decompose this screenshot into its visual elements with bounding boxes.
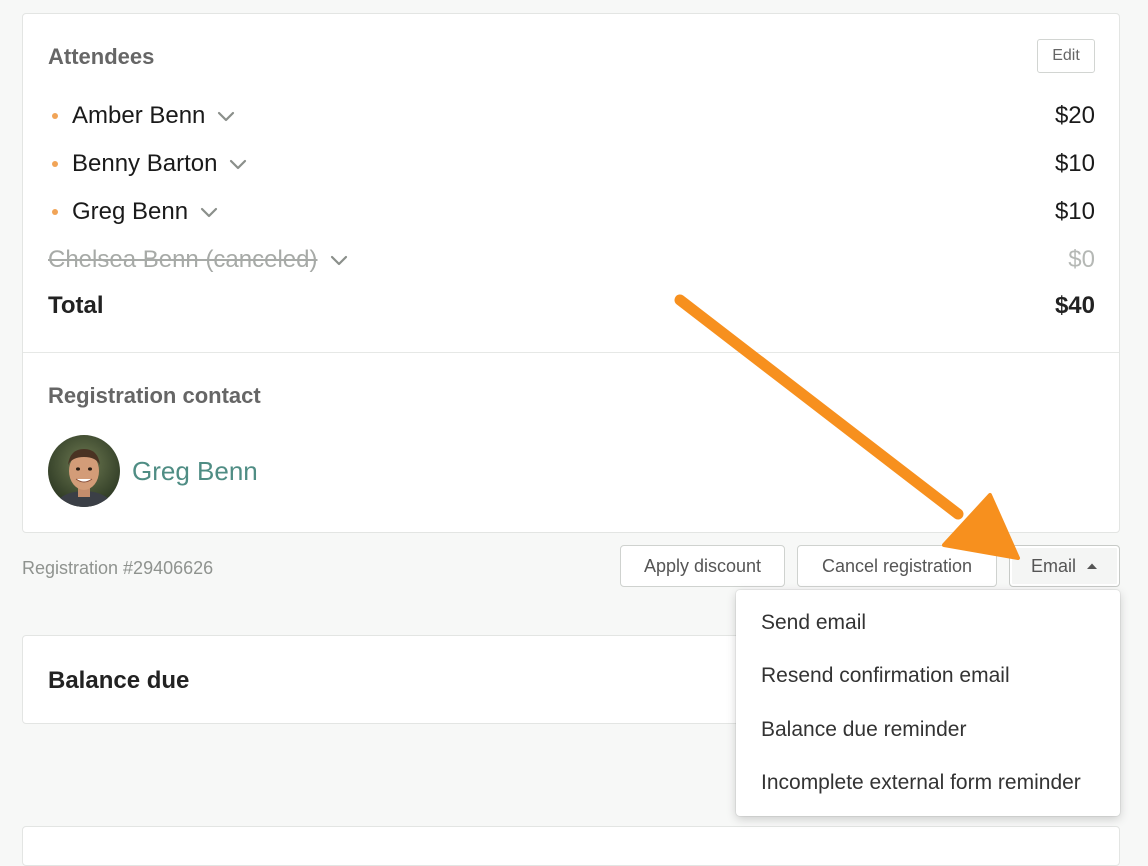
attendees-card: Attendees Edit Amber Benn $20 Benny Bart… [22, 13, 1120, 533]
total-row: Total $40 [48, 292, 1095, 320]
attendee-row: Benny Barton $10 [48, 146, 1095, 182]
avatar[interactable] [48, 435, 120, 507]
bullet-icon [52, 209, 58, 215]
registration-contact-title: Registration contact [48, 383, 261, 408]
section-divider [23, 352, 1119, 353]
attendee-name: Benny Barton [72, 150, 218, 177]
attendee-price: $10 [1054, 150, 1095, 177]
menu-item-send-email[interactable]: Send email [736, 596, 1120, 650]
attendee-price: $0 [1068, 246, 1095, 273]
chevron-down-icon[interactable] [329, 250, 349, 270]
email-dropdown-menu: Send email Resend confirmation email Bal… [736, 590, 1120, 816]
attendee-price: $10 [1054, 198, 1095, 225]
chevron-down-icon[interactable] [228, 154, 248, 174]
menu-item-balance-due-reminder[interactable]: Balance due reminder [736, 703, 1120, 757]
chevron-down-icon[interactable] [199, 202, 219, 222]
registration-id: Registration #29406626 [22, 558, 214, 578]
cancel-registration-button[interactable]: Cancel registration [797, 545, 997, 587]
total-label: Total [48, 292, 104, 319]
bullet-icon [52, 161, 58, 167]
menu-item-incomplete-form-reminder[interactable]: Incomplete external form reminder [736, 757, 1120, 811]
attendee-name: Chelsea Benn (canceled) [48, 246, 318, 273]
attendee-row-canceled: Chelsea Benn (canceled) $0 [48, 242, 1095, 278]
total-value: $40 [1054, 292, 1095, 319]
attendee-row: Amber Benn $20 [48, 98, 1095, 134]
attendee-name: Amber Benn [72, 102, 206, 129]
caret-up-icon [1087, 563, 1097, 569]
apply-discount-button[interactable]: Apply discount [620, 545, 785, 587]
contact-name-link[interactable]: Greg Benn [132, 456, 258, 487]
attendees-title: Attendees [48, 44, 155, 69]
menu-item-resend-confirmation[interactable]: Resend confirmation email [736, 650, 1120, 704]
bullet-icon [52, 113, 58, 119]
email-button-label: Email [1030, 555, 1076, 576]
balance-due-title: Balance due [48, 667, 190, 694]
next-card [22, 826, 1120, 866]
chevron-down-icon[interactable] [216, 106, 236, 126]
attendee-row: Greg Benn $10 [48, 194, 1095, 230]
attendee-name: Greg Benn [72, 198, 189, 225]
attendee-price: $20 [1054, 102, 1095, 129]
email-dropdown-button[interactable]: Email [1009, 545, 1120, 587]
edit-attendees-button[interactable]: Edit [1037, 39, 1095, 73]
